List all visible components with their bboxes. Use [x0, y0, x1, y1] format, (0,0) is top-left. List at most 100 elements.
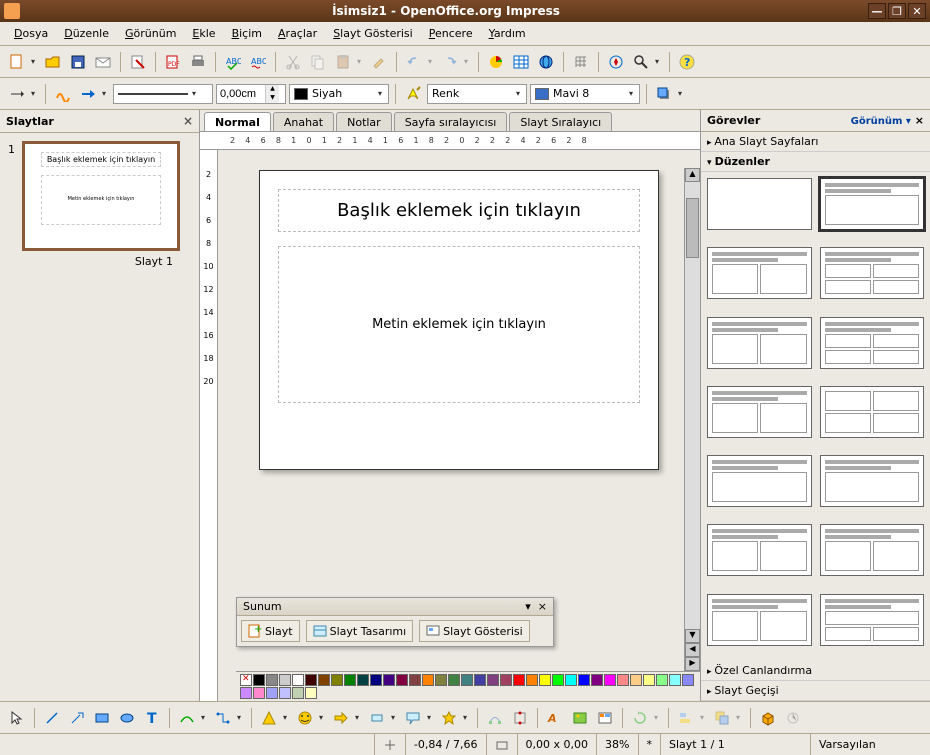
layout-option-2[interactable]	[707, 247, 812, 299]
color-swatch[interactable]	[422, 674, 434, 686]
color-swatch[interactable]	[604, 674, 616, 686]
line-width-spinner[interactable]: ▲▼	[216, 84, 286, 104]
undo-dropdown[interactable]: ▾	[428, 57, 436, 66]
menu-yardım[interactable]: Yardım	[481, 24, 534, 43]
color-swatch[interactable]	[305, 674, 317, 686]
line-end-dropdown[interactable]: ▾	[102, 89, 110, 98]
line-type-combo[interactable]: ▾	[113, 84, 213, 104]
color-swatch[interactable]	[656, 674, 668, 686]
task-section-layouts[interactable]: Düzenler	[701, 152, 930, 172]
block-arrows-tool[interactable]	[330, 707, 352, 729]
scroll-down-button[interactable]: ▼	[685, 629, 700, 643]
status-zoom[interactable]: 38%	[596, 734, 637, 755]
gallery-tool[interactable]	[594, 707, 616, 729]
color-swatch[interactable]	[630, 674, 642, 686]
menu-biçim[interactable]: Biçim	[224, 24, 270, 43]
fill-color-combo[interactable]: Mavi 8 ▾	[530, 84, 640, 104]
layout-option-10[interactable]	[707, 524, 812, 576]
rotate-tool[interactable]	[629, 707, 651, 729]
grid-button[interactable]	[570, 51, 592, 73]
color-swatch[interactable]	[279, 674, 291, 686]
color-swatch[interactable]	[396, 674, 408, 686]
rect-tool[interactable]	[91, 707, 113, 729]
color-swatch[interactable]	[266, 674, 278, 686]
maximize-button[interactable]: ❐	[888, 3, 906, 19]
alignment-tool[interactable]	[675, 707, 697, 729]
close-button[interactable]: ✕	[908, 3, 926, 19]
interaction-tool[interactable]	[782, 707, 804, 729]
copy-button[interactable]	[307, 51, 329, 73]
area-style-icon[interactable]	[402, 83, 424, 105]
layout-option-8[interactable]	[707, 455, 812, 507]
curve-tool[interactable]	[176, 707, 198, 729]
hyperlink-button[interactable]	[535, 51, 557, 73]
next-slide-button[interactable]: ▶	[685, 657, 700, 671]
fontwork-tool[interactable]: A	[544, 707, 566, 729]
layout-option-4[interactable]	[707, 317, 812, 369]
tasks-panel-close[interactable]: ×	[915, 114, 924, 127]
task-section-animation[interactable]: Özel Canlandırma	[701, 661, 930, 681]
spellcheck-button[interactable]: ABC	[222, 51, 244, 73]
float-toolbar-header[interactable]: Sunum ▾ ×	[237, 598, 553, 616]
menu-ekle[interactable]: Ekle	[184, 24, 223, 43]
layout-option-6[interactable]	[707, 386, 812, 438]
color-swatch[interactable]	[461, 674, 473, 686]
shadow-button[interactable]	[653, 83, 675, 105]
callout-tool[interactable]	[402, 707, 424, 729]
text-tool[interactable]: T	[141, 707, 163, 729]
slide-thumb[interactable]: Başlık eklemek için tıklayın Metin eklem…	[22, 141, 180, 251]
color-swatch[interactable]	[539, 674, 551, 686]
color-swatch[interactable]	[487, 674, 499, 686]
color-swatch[interactable]	[643, 674, 655, 686]
line-style-icon[interactable]	[52, 83, 74, 105]
spin-up[interactable]: ▲	[266, 85, 279, 94]
new-button[interactable]	[6, 51, 28, 73]
new-slide-button[interactable]: +Slayt	[241, 620, 300, 642]
fill-type-combo[interactable]: Renk ▾	[427, 84, 527, 104]
format-paintbrush-button[interactable]	[368, 51, 390, 73]
color-swatch[interactable]	[279, 687, 291, 699]
print-button[interactable]	[187, 51, 209, 73]
save-button[interactable]	[67, 51, 89, 73]
color-swatch[interactable]	[253, 674, 265, 686]
select-tool[interactable]	[6, 707, 28, 729]
color-swatch[interactable]	[409, 674, 421, 686]
color-swatch[interactable]	[331, 674, 343, 686]
points-tool[interactable]	[484, 707, 506, 729]
menu-araçlar[interactable]: Araçlar	[270, 24, 325, 43]
menu-görünüm[interactable]: Görünüm	[117, 24, 184, 43]
color-swatch[interactable]	[682, 674, 694, 686]
paste-dropdown[interactable]: ▾	[357, 57, 365, 66]
color-swatch[interactable]	[305, 687, 317, 699]
line-width-input[interactable]	[217, 85, 265, 103]
arrow-line-tool[interactable]	[66, 707, 88, 729]
flowchart-tool[interactable]	[366, 707, 388, 729]
color-swatch[interactable]	[500, 674, 512, 686]
symbol-shapes-tool[interactable]	[294, 707, 316, 729]
connector-tool[interactable]	[212, 707, 234, 729]
layout-option-11[interactable]	[820, 524, 925, 576]
tab-sayfa-sıralayıcısı[interactable]: Sayfa sıralayıcısı	[394, 112, 508, 131]
color-swatch[interactable]	[448, 674, 460, 686]
layout-option-0[interactable]	[707, 178, 812, 230]
tab-normal[interactable]: Normal	[204, 112, 271, 131]
autospell-button[interactable]: ABC	[247, 51, 269, 73]
color-swatch[interactable]	[526, 674, 538, 686]
color-swatch[interactable]	[474, 674, 486, 686]
layout-option-13[interactable]	[820, 594, 925, 646]
slide-title-placeholder[interactable]: Başlık eklemek için tıklayın	[278, 189, 640, 232]
no-fill-swatch[interactable]	[240, 674, 252, 686]
minimize-button[interactable]: —	[868, 3, 886, 19]
stars-tool[interactable]	[438, 707, 460, 729]
layout-option-3[interactable]	[820, 247, 925, 299]
line-end-button[interactable]	[77, 83, 99, 105]
color-swatch[interactable]	[513, 674, 525, 686]
tasks-view-menu[interactable]: Görünüm ▾	[851, 116, 911, 127]
redo-dropdown[interactable]: ▾	[464, 57, 472, 66]
presentation-float-toolbar[interactable]: Sunum ▾ × +Slayt Slayt Tasarımı Slayt Gö…	[236, 597, 554, 647]
layout-option-9[interactable]	[820, 455, 925, 507]
menu-slayt gösterisi[interactable]: Slayt Gösterisi	[325, 24, 421, 43]
slide-design-button[interactable]: Slayt Tasarımı	[306, 620, 414, 642]
scroll-up-button[interactable]: ▲	[685, 168, 700, 182]
navigator-button[interactable]	[605, 51, 627, 73]
